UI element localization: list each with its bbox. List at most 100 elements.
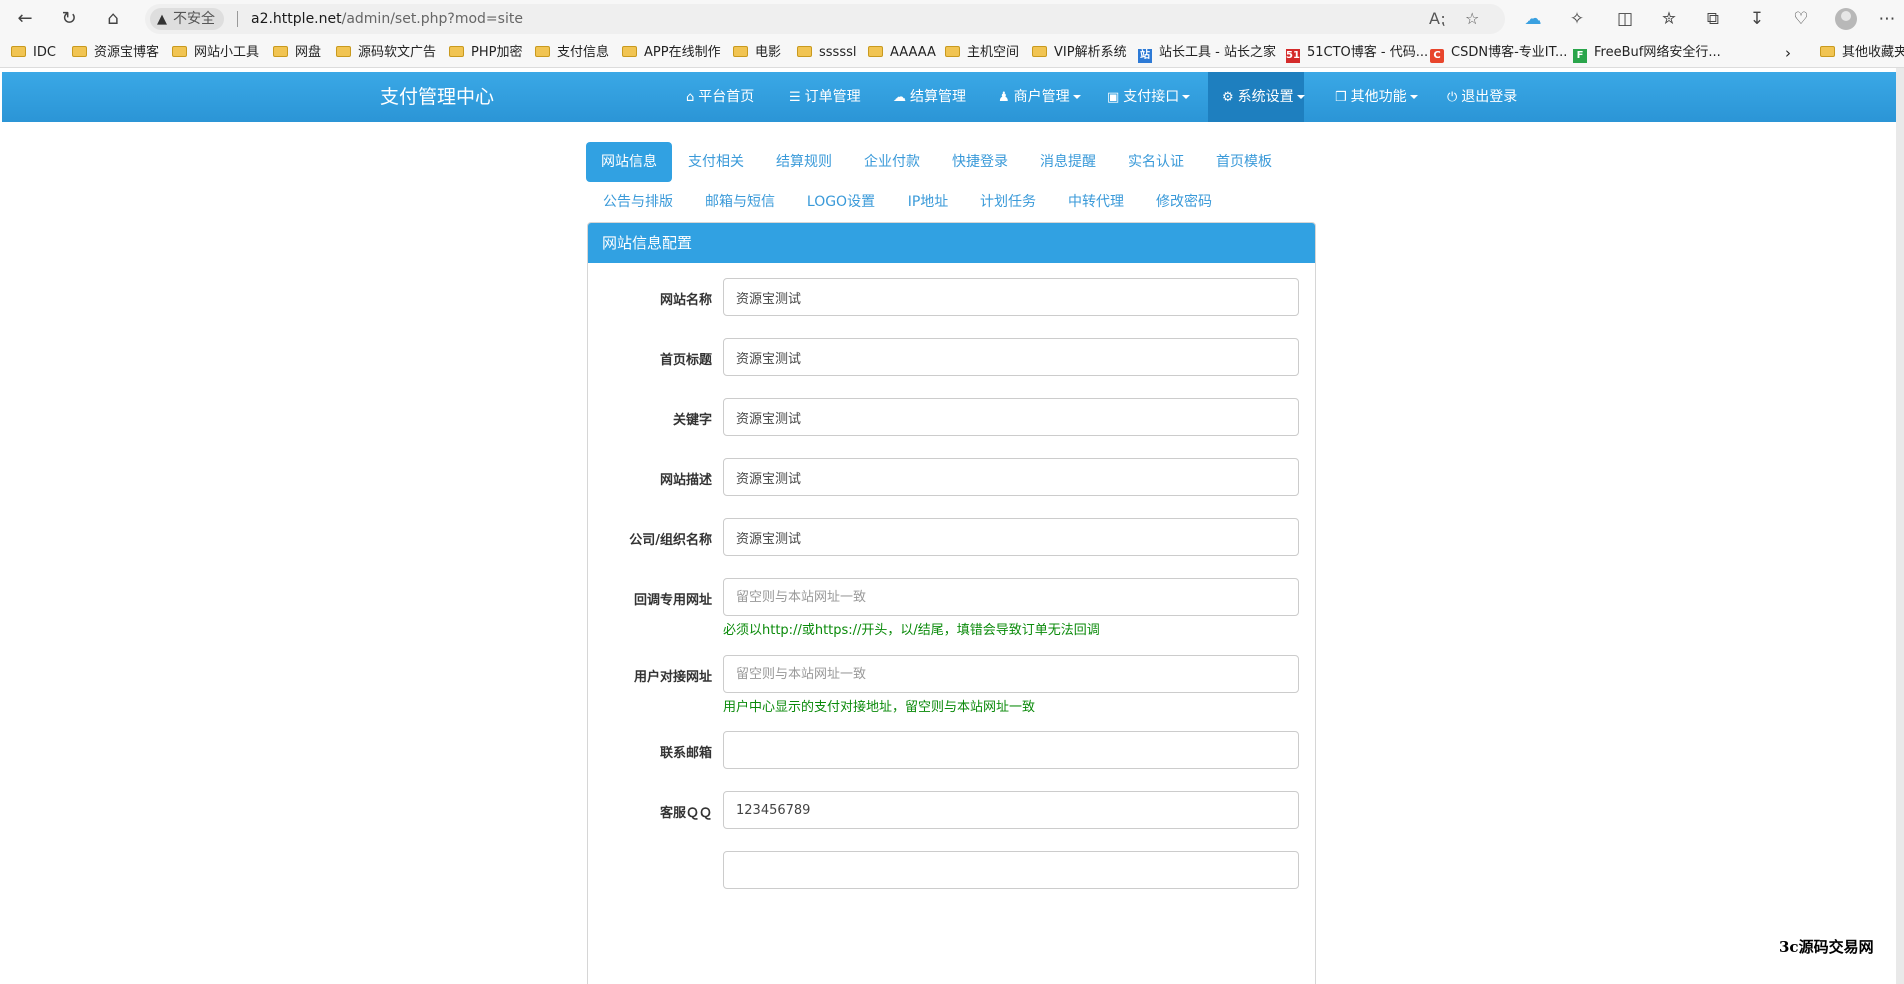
bookmark-folder[interactable]: 源码软文广告: [336, 38, 436, 68]
collections-icon[interactable]: ⧉: [1700, 6, 1726, 32]
bookmark-folder[interactable]: 资源宝博客: [72, 38, 159, 68]
back-icon[interactable]: ←: [11, 6, 39, 32]
caret-down-icon: [1182, 95, 1191, 99]
nav-system-settings[interactable]: ⚙ 系统设置: [1208, 72, 1305, 122]
field-label: 用户对接网址: [633, 670, 712, 685]
field-label: 回调专用网址: [633, 593, 712, 608]
home-icon: ⌂: [686, 90, 695, 105]
nav-payment-interface[interactable]: ▣ 支付接口: [1107, 72, 1197, 122]
tab-ip[interactable]: IP地址: [898, 182, 958, 222]
bookmark-link[interactable]: 51 51CTO博客 - 代码...: [1286, 38, 1428, 68]
nav-logout[interactable]: ⏻ 退出登录: [1447, 72, 1527, 122]
user-api-url-input[interactable]: [723, 655, 1299, 693]
bookmark-folder[interactable]: 网站小工具: [172, 38, 259, 68]
nav-other-functions[interactable]: ❒ 其他功能: [1335, 72, 1425, 122]
cube-icon: ❒: [1335, 90, 1347, 105]
bookmark-folder[interactable]: APP在线制作: [622, 38, 721, 68]
bookmark-link[interactable]: C CSDN博客-专业IT...: [1430, 38, 1567, 68]
refresh-icon[interactable]: ↻: [55, 6, 83, 32]
watermark: 3c源码交易网: [1779, 938, 1874, 956]
tab-quick-login[interactable]: 快捷登录: [942, 142, 1018, 182]
bookmarks-overflow-icon[interactable]: ›: [1785, 38, 1791, 68]
nav-merchants[interactable]: ♟ 商户管理: [998, 72, 1088, 122]
tab-proxy[interactable]: 中转代理: [1060, 182, 1132, 222]
home-title-input[interactable]: [723, 338, 1299, 376]
tab-enterprise-pay[interactable]: 企业付款: [854, 142, 930, 182]
folder-icon: [622, 46, 637, 57]
tab-cron[interactable]: 计划任务: [972, 182, 1044, 222]
folder-icon: [868, 46, 883, 57]
page-scrollbar[interactable]: [1896, 68, 1904, 984]
address-bar[interactable]: ▲ 不安全 a2.httple.net/admin/set.php?mod=sit…: [145, 4, 1505, 34]
field-label: 客服ＱＱ: [659, 806, 712, 821]
split-screen-icon[interactable]: ◫: [1612, 6, 1638, 32]
field-label: 网站名称: [659, 293, 712, 308]
bookmark-folder[interactable]: VIP解析系统: [1032, 38, 1127, 68]
browser-essentials-icon[interactable]: ♡: [1788, 6, 1814, 32]
favorite-star-icon[interactable]: ☆: [1465, 4, 1479, 34]
field-label: 公司/组织名称: [629, 533, 712, 548]
bookmark-folder[interactable]: 电影: [733, 38, 781, 68]
downloads-icon[interactable]: ↧: [1744, 6, 1770, 32]
service-qq-input[interactable]: [723, 791, 1299, 829]
extensions-icon[interactable]: ✧: [1564, 6, 1590, 32]
app-navbar: 支付管理中心 ⌂ 平台首页 ☰ 订单管理 ☁ 结算管理 ♟ 商户管理 ▣ 支付接口 ⚙ 系统…: [2, 72, 1900, 122]
bookmark-folder[interactable]: AAAAA: [868, 38, 936, 68]
bookmark-folder[interactable]: IDC: [11, 38, 56, 68]
read-aloud-icon[interactable]: A⁏: [1429, 4, 1445, 34]
brand-title[interactable]: 支付管理中心: [380, 72, 494, 122]
warning-icon: ▲: [157, 12, 167, 27]
more-menu-icon[interactable]: ⋯: [1874, 6, 1900, 32]
bookmark-link[interactable]: F FreeBuf网络安全行...: [1573, 38, 1721, 68]
nav-settlement[interactable]: ☁ 结算管理: [893, 72, 973, 122]
next-field-input[interactable]: [723, 851, 1299, 889]
bookmark-folder[interactable]: sssssl: [797, 38, 856, 68]
bookmark-folder[interactable]: 网盘: [273, 38, 321, 68]
nav-orders[interactable]: ☰ 订单管理: [789, 72, 869, 122]
tab-change-password[interactable]: 修改密码: [1148, 182, 1220, 222]
tab-real-name[interactable]: 实名认证: [1118, 142, 1194, 182]
tab-logo[interactable]: LOGO设置: [798, 182, 884, 222]
callback-url-input[interactable]: [723, 578, 1299, 616]
tab-site-info[interactable]: 网站信息: [586, 142, 672, 182]
home-icon[interactable]: ⌂: [99, 6, 127, 32]
site-info-panel: 网站信息配置 网站名称 首页标题 关键字 网站描述 公司/组织名称 回调专用网址…: [587, 222, 1316, 984]
freebuf-icon: F: [1573, 49, 1587, 63]
tab-settlement-rules[interactable]: 结算规则: [766, 142, 842, 182]
bookmarks-bar: IDC 资源宝博客 网站小工具 网盘 源码软文广告 PHP加密 支付信息 APP…: [0, 38, 1904, 68]
tab-notifications[interactable]: 消息提醒: [1030, 142, 1106, 182]
company-name-input[interactable]: [723, 518, 1299, 556]
url-text[interactable]: a2.httple.net/admin/set.php?mod=site: [251, 4, 523, 34]
caret-down-icon: [1072, 95, 1081, 99]
credit-card-icon: ▣: [1107, 90, 1120, 105]
security-badge[interactable]: ▲ 不安全: [150, 8, 224, 30]
tab-home-template[interactable]: 首页模板: [1206, 142, 1282, 182]
tab-email-sms[interactable]: 邮箱与短信: [698, 182, 782, 222]
keywords-input[interactable]: [723, 398, 1299, 436]
folder-icon: [945, 46, 960, 57]
contact-email-input[interactable]: [723, 731, 1299, 769]
address-divider: [237, 11, 238, 27]
folder-icon: [449, 46, 464, 57]
other-bookmarks-folder[interactable]: 其他收藏夹: [1820, 38, 1904, 68]
favorites-icon[interactable]: ✮: [1656, 6, 1682, 32]
tab-announcement[interactable]: 公告与排版: [596, 182, 680, 222]
site-name-input[interactable]: [723, 278, 1299, 316]
site-description-input[interactable]: [723, 458, 1299, 496]
folder-icon: [172, 46, 187, 57]
folder-icon: [11, 46, 26, 57]
list-icon: ☰: [789, 90, 801, 105]
bookmark-folder[interactable]: PHP加密: [449, 38, 522, 68]
bookmark-folder[interactable]: 主机空间: [945, 38, 1019, 68]
nav-home[interactable]: ⌂ 平台首页: [686, 72, 766, 122]
tab-payment[interactable]: 支付相关: [678, 142, 754, 182]
panel-title: 网站信息配置: [588, 223, 1315, 263]
field-label: 联系邮箱: [659, 746, 712, 761]
profile-avatar[interactable]: [1835, 8, 1857, 30]
cloud-extension-icon[interactable]: ☁: [1520, 6, 1546, 32]
bookmark-link[interactable]: 站站长工具 - 站长之家: [1138, 38, 1276, 68]
cloud-icon: ☁: [893, 90, 906, 105]
user-icon: ♟: [998, 90, 1010, 105]
bookmark-folder[interactable]: 支付信息: [535, 38, 609, 68]
callback-url-help: 必须以http://或https://开头，以/结尾，填错会导致订单无法回调: [723, 623, 1100, 638]
